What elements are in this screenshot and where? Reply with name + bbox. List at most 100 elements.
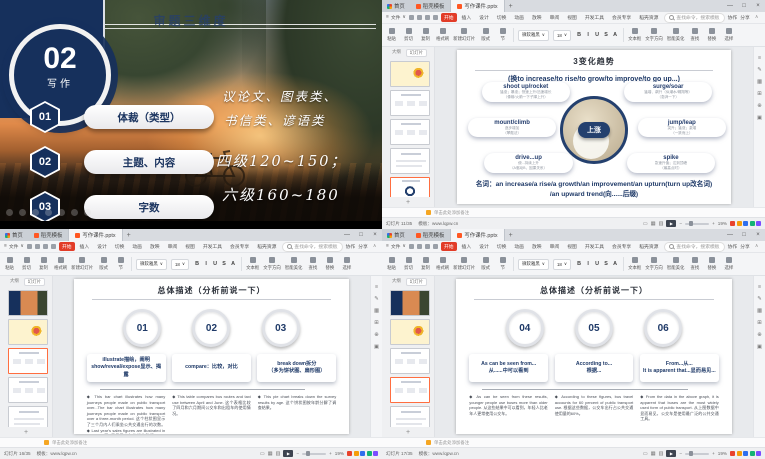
font-size-select[interactable]: 18 ∨ <box>553 259 571 270</box>
minimize-button[interactable]: — <box>723 0 737 12</box>
slide-thumbnail[interactable] <box>390 406 430 427</box>
slide-thumbnail-selected[interactable] <box>8 348 48 374</box>
document-tab[interactable]: 写作课件.pptx <box>451 229 504 241</box>
side-tool-icon[interactable]: ⊕ <box>374 332 379 338</box>
ribbon-tab[interactable]: 视图 <box>564 242 580 251</box>
collapse-ribbon-icon[interactable]: ∧ <box>755 15 759 20</box>
undo-icon[interactable] <box>425 244 430 249</box>
side-tool-icon[interactable]: ≡ <box>758 55 761 61</box>
presenter-control-dot[interactable] <box>71 209 78 216</box>
close-button[interactable]: × <box>751 0 765 12</box>
notes-bar[interactable]: 单击此处添加备注 <box>382 207 765 217</box>
side-tool-icon[interactable]: ≡ <box>758 284 761 290</box>
cooperate-button[interactable]: 协作 <box>728 14 738 21</box>
collapse-ribbon-icon[interactable]: ∧ <box>755 244 759 249</box>
side-tool-icon[interactable]: ▣ <box>757 344 762 350</box>
text-format-button[interactable]: U <box>211 260 219 269</box>
text-format-button[interactable]: S <box>602 31 610 40</box>
panel-tab[interactable]: 大纲 <box>389 278 404 286</box>
slide-thumbnail[interactable] <box>390 119 430 145</box>
play-button[interactable]: ▶ <box>283 450 293 457</box>
presenter-control-dot[interactable] <box>19 209 26 216</box>
share-button[interactable]: 分享 <box>740 14 750 21</box>
document-tab[interactable]: 稻壳模板 <box>410 229 452 241</box>
side-tool-icon[interactable]: ✎ <box>757 67 762 73</box>
toolbar-button[interactable]: 复制 <box>419 257 432 271</box>
redo-icon[interactable] <box>51 244 56 249</box>
text-format-button[interactable]: A <box>611 31 619 40</box>
text-format-button[interactable]: I <box>202 260 210 269</box>
side-tool-icon[interactable]: ▣ <box>374 344 379 350</box>
view-mode-icon[interactable]: ▦ <box>651 221 656 227</box>
command-search[interactable]: 查找命令，搜索模板 <box>282 242 342 252</box>
phrase-box[interactable]: break down拆分 （多为饼状图、扇形图） <box>257 354 336 382</box>
maximize-button[interactable]: □ <box>737 229 751 241</box>
presenter-control-dot[interactable] <box>84 209 91 216</box>
toolbar-button[interactable]: 查找 <box>688 257 701 271</box>
toolbar-button[interactable]: 查找 <box>688 28 701 42</box>
ribbon-tab[interactable]: 会员专享 <box>609 13 634 22</box>
document-tab[interactable]: 写作课件.pptx <box>451 0 504 12</box>
side-tool-icon[interactable]: ▦ <box>757 79 762 85</box>
presenter-control-dot[interactable] <box>58 209 65 216</box>
side-tool-icon[interactable]: ✎ <box>757 296 762 302</box>
view-mode-icon[interactable]: ▭ <box>643 451 648 457</box>
collapse-ribbon-icon[interactable]: ∧ <box>373 244 377 249</box>
font-name-select[interactable]: 微软雅黑 ∨ <box>518 259 549 270</box>
print-icon[interactable] <box>417 244 422 249</box>
save-icon[interactable] <box>409 244 414 249</box>
font-size-select[interactable]: 18 ∨ <box>171 259 189 270</box>
toolbar-button[interactable]: 粘贴 <box>3 257 16 271</box>
ribbon-tab[interactable]: 审阅 <box>547 13 563 22</box>
side-tool-icon[interactable]: ⊞ <box>757 320 762 326</box>
toolbar-button[interactable]: 替换 <box>705 257 718 271</box>
new-tab-button[interactable]: + <box>505 229 517 241</box>
trend-phrase-card[interactable]: surge/soar 猛增、飙升（似潮水/翱翔等） （澎湃一下） <box>624 82 712 102</box>
presenter-control-dot[interactable] <box>6 209 13 216</box>
trend-phrase-card[interactable]: jump/leap 突升；猛涨；激增 （一跃而上） <box>638 118 726 138</box>
ribbon-tab[interactable]: 开发工具 <box>582 242 607 251</box>
toolbar-button[interactable]: 节 <box>496 28 509 42</box>
zoom-in-button[interactable]: + <box>712 451 715 456</box>
font-name-select[interactable]: 微软雅黑 ∨ <box>136 259 167 270</box>
slide-thumbnail[interactable] <box>8 377 48 403</box>
ribbon-tab[interactable]: 开始 <box>59 242 75 251</box>
zoom-slider-knob[interactable] <box>689 221 693 226</box>
slide-thumbnail-selected[interactable] <box>390 377 430 403</box>
toolbar-button[interactable]: 版式 <box>479 28 492 42</box>
share-button[interactable]: 分享 <box>740 243 750 250</box>
ribbon-tab[interactable]: 切换 <box>112 242 128 251</box>
panel-tab[interactable]: 大纲 <box>389 49 404 57</box>
toolbar-button[interactable]: 节 <box>496 257 509 271</box>
slide-thumbnail-selected[interactable] <box>390 177 430 197</box>
slide-thumbnail[interactable] <box>390 148 430 174</box>
ribbon-tab[interactable]: 动画 <box>511 13 527 22</box>
ribbon-tab[interactable]: 开发工具 <box>582 13 607 22</box>
ribbon-tab[interactable]: 放映 <box>529 13 545 22</box>
slide-thumbnail[interactable] <box>8 290 48 316</box>
zoom-slider[interactable] <box>302 453 326 455</box>
document-tab[interactable]: 写作课件.pptx <box>69 229 122 241</box>
undo-icon[interactable] <box>425 15 430 20</box>
zoom-slider[interactable] <box>685 453 709 455</box>
text-format-button[interactable]: S <box>220 260 228 269</box>
ribbon-tab[interactable]: 设计 <box>476 242 492 251</box>
zoom-in-button[interactable]: + <box>712 221 715 226</box>
slide-thumbnail[interactable] <box>390 319 430 345</box>
number-circle[interactable]: 05 <box>575 309 613 347</box>
file-menu[interactable]: ≡ 文件 ∨ <box>4 243 24 250</box>
view-mode-icon[interactable]: ▥ <box>276 451 281 457</box>
toolbar-button[interactable]: 复制 <box>37 257 50 271</box>
panel-tab[interactable]: 幻灯片 <box>24 278 45 286</box>
maximize-button[interactable]: □ <box>354 229 368 241</box>
zoom-slider[interactable] <box>685 223 709 225</box>
ribbon-tab[interactable]: 会员专享 <box>609 242 634 251</box>
text-format-button[interactable]: I <box>584 31 592 40</box>
toolbar-button[interactable]: 剪切 <box>20 257 33 271</box>
document-tab[interactable]: 稻壳模板 <box>410 0 452 12</box>
toolbar-button[interactable]: 智能美化 <box>667 28 685 42</box>
text-format-button[interactable]: B <box>193 260 201 269</box>
side-tool-icon[interactable]: ⊕ <box>757 103 762 109</box>
toolbar-button[interactable]: 选择 <box>340 257 353 271</box>
new-tab-button[interactable]: + <box>505 0 517 12</box>
